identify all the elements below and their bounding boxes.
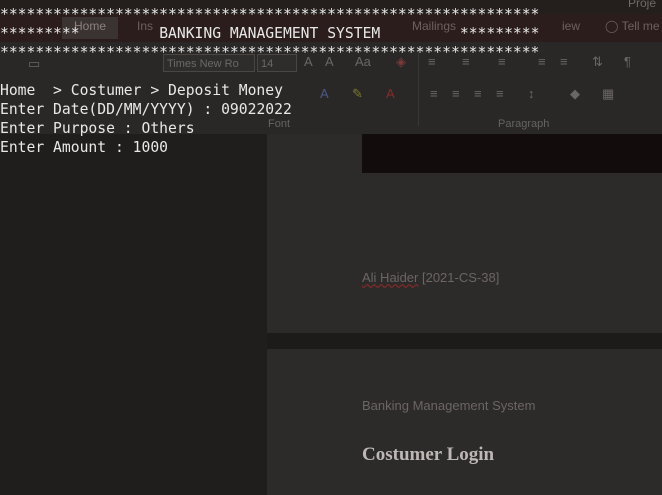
- header-line: ********* BANKING MANAGEMENT SYSTEM ****…: [0, 24, 539, 43]
- date-input[interactable]: 09022022: [221, 101, 292, 118]
- header-stars-right: *********: [459, 25, 540, 42]
- amount-line: Enter Amount : 1000: [0, 138, 168, 157]
- date-line: Enter Date(DD/MM/YYYY) : 09022022: [0, 100, 292, 119]
- console-window[interactable]: ****************************************…: [0, 0, 662, 495]
- purpose-prompt: Enter Purpose :: [0, 120, 142, 137]
- purpose-input[interactable]: Others: [141, 120, 194, 137]
- amount-input[interactable]: 1000: [133, 139, 168, 156]
- header-stars-left: *********: [0, 25, 80, 42]
- stars-line-top: ****************************************…: [0, 6, 540, 23]
- amount-prompt: Enter Amount :: [0, 139, 133, 156]
- app-title: BANKING MANAGEMENT SYSTEM: [159, 25, 381, 42]
- purpose-line: Enter Purpose : Others: [0, 119, 195, 138]
- date-prompt: Enter Date(DD/MM/YYYY) :: [0, 101, 222, 118]
- breadcrumb: Home > Costumer > Deposit Money: [0, 82, 283, 99]
- stars-line-bottom: ****************************************…: [0, 44, 540, 61]
